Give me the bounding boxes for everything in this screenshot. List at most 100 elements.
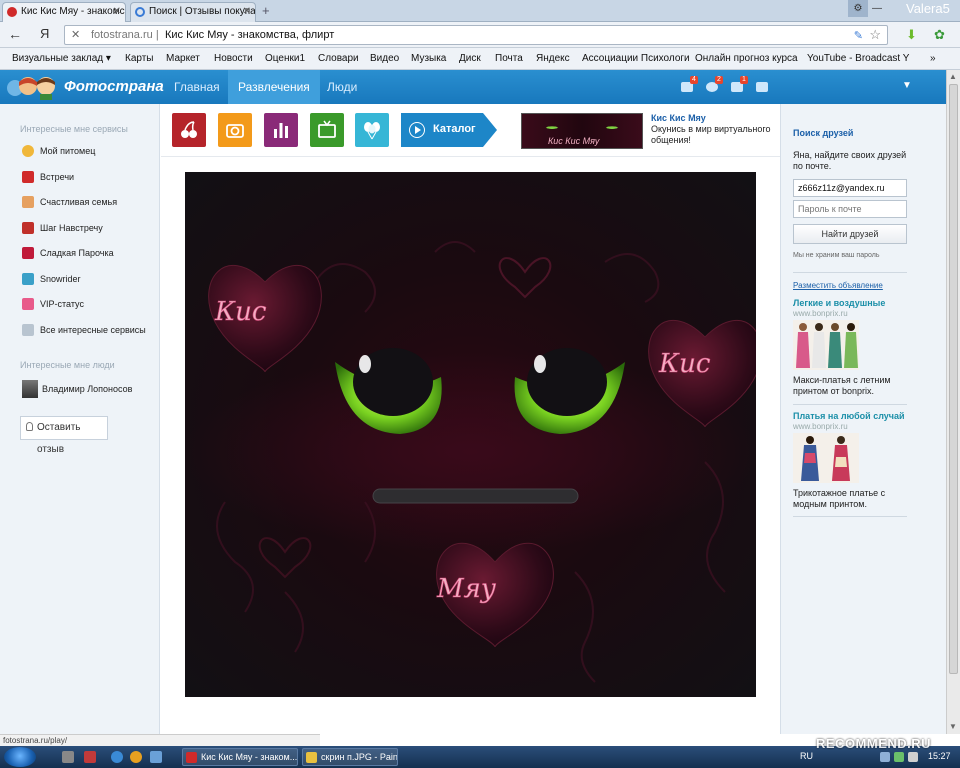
leave-feedback-button[interactable]: Оставить отзыв [20, 416, 108, 455]
address-bar[interactable]: ✕ fotostrana.ru | Кис Кис Мяу - знакомст… [64, 25, 888, 45]
bookmark-item[interactable]: YouTube - Broadcast Y [807, 53, 909, 64]
service-step-forward[interactable]: Шаг Навстречу [22, 221, 103, 235]
tab-search[interactable]: Поиск | Отзывы покупа ✕ [130, 2, 256, 22]
tab-close-icon[interactable]: ✕ [243, 3, 251, 21]
service-meetings[interactable]: Встречи [22, 170, 74, 184]
bookmark-item[interactable]: Онлайн прогноз курса [695, 53, 798, 64]
quicklaunch-icon[interactable] [150, 751, 162, 763]
service-all[interactable]: Все интересные сервисы [22, 323, 146, 337]
nav-main[interactable]: Главная [164, 70, 230, 104]
bookmark-item[interactable]: Диск [459, 53, 481, 64]
nav-people[interactable]: Люди [317, 70, 367, 104]
heart-balloon-bottom: Мяу [436, 542, 554, 648]
minimize-button[interactable]: — [870, 0, 884, 17]
scroll-up-icon[interactable]: ▲ [949, 72, 957, 81]
main-content: Каталог Кис Кис Мяу Кис Кис Мяу Окунись … [161, 104, 780, 734]
quicklaunch-icon[interactable] [130, 751, 142, 763]
ad-url[interactable]: www.bonprix.ru [793, 309, 848, 318]
page-scrollbar[interactable]: ▲ ▼ [946, 70, 960, 734]
pet-icon [22, 145, 34, 157]
service-snowrider[interactable]: Snowrider [22, 272, 81, 286]
divider [161, 156, 780, 157]
bookmark-item[interactable]: Ассоциации Психологи [582, 53, 690, 64]
quicklaunch-icon[interactable] [84, 751, 96, 763]
scroll-down-icon[interactable]: ▼ [949, 722, 957, 731]
bookmark-item[interactable]: Карты [125, 53, 154, 64]
taskbar-paint-task[interactable]: скрин п.JPG - Paint [302, 748, 398, 766]
taskbar-browser-task[interactable]: Кис Кис Мяу - знаком... [182, 748, 298, 766]
quicklaunch-icon[interactable] [62, 751, 74, 763]
notification-badge: 1 [740, 76, 748, 84]
bookmark-item[interactable]: Видео [370, 53, 399, 64]
game-balloons-button[interactable] [355, 113, 389, 147]
bookmark-item[interactable]: Яндекс [536, 53, 570, 64]
pin-icon[interactable]: ✎ [854, 29, 863, 42]
extension-icon[interactable]: ✿ [934, 27, 945, 43]
find-friends-button[interactable]: Найти друзей [793, 224, 907, 244]
service-vip[interactable]: VIP-статус [22, 297, 84, 311]
bookmark-item[interactable]: Словари [318, 53, 359, 64]
password-note: Мы не храним ваш пароль [793, 252, 880, 259]
divider [793, 272, 907, 273]
back-button[interactable]: ← [8, 26, 22, 42]
game-tv-button[interactable] [310, 113, 344, 147]
nav-entertainment[interactable]: Развлечения [228, 70, 320, 104]
person-name: Владимир Лопоносов [42, 384, 133, 394]
bookmark-item[interactable]: Визуальные заклад ▾ [12, 53, 111, 64]
heart-outline [498, 257, 552, 299]
camera-icon [226, 124, 244, 138]
ad-image-dress[interactable] [793, 433, 859, 483]
game-canvas[interactable]: Кис Кис Мяу [185, 172, 756, 697]
bookmark-star-icon[interactable]: ☆ [869, 27, 881, 43]
clear-address-icon[interactable]: ✕ [71, 28, 80, 41]
fotostrana-logo[interactable]: Фотострана [6, 74, 164, 100]
catalog-button[interactable]: Каталог [401, 113, 497, 147]
tray-icon[interactable] [880, 752, 890, 762]
taskbar-clock[interactable]: 15:27 [928, 751, 951, 761]
service-label: Шаг Навстречу [40, 223, 103, 233]
start-button[interactable] [4, 747, 36, 767]
game-cherry-button[interactable] [172, 113, 206, 147]
settings-icon[interactable]: ⚙ [848, 0, 868, 17]
ad-url[interactable]: www.bonprix.ru [793, 422, 848, 431]
yandex-logo[interactable]: Я [40, 26, 49, 41]
bookmark-item[interactable]: Музыка [411, 53, 446, 64]
download-icon[interactable]: ⬇ [906, 27, 917, 43]
bookmark-item[interactable]: Почта [495, 53, 523, 64]
bookmark-item[interactable]: Маркет [166, 53, 200, 64]
browser-user-name[interactable]: Valera5 [906, 1, 950, 16]
header-menu-arrow-icon[interactable]: ▼ [902, 80, 912, 91]
bookmark-item[interactable]: Новости [214, 53, 253, 64]
game-chart-button[interactable] [264, 113, 298, 147]
promo-game-thumbnail[interactable]: Кис Кис Мяу [521, 113, 643, 149]
service-happy-family[interactable]: Счастливая семья [22, 195, 117, 209]
game-photo-button[interactable] [218, 113, 252, 147]
bookmark-item[interactable]: Оценки1 [265, 53, 305, 64]
service-my-pet[interactable]: Мой питомец [22, 144, 95, 158]
avatar[interactable] [22, 380, 38, 398]
quicklaunch-icon[interactable] [111, 751, 123, 763]
tray-icon[interactable] [908, 752, 918, 762]
bookmarks-overflow-button[interactable]: » [930, 53, 936, 64]
friend-search-description: Яна, найдите своих друзей по почте. [793, 150, 907, 171]
scroll-thumb[interactable] [949, 84, 958, 674]
tab-active[interactable]: Кис Кис Мяу - знакомс ✕ [2, 2, 126, 22]
new-tab-button[interactable]: + [262, 3, 270, 18]
task-label: скрин п.JPG - Paint [321, 752, 398, 762]
promo-title[interactable]: Кис Кис Мяу [651, 113, 706, 123]
mail-icon[interactable] [756, 82, 768, 92]
ad-title[interactable]: Платья на любой случай [793, 411, 905, 421]
email-field[interactable] [793, 179, 907, 197]
language-indicator[interactable]: RU [800, 751, 813, 761]
ad-title[interactable]: Легкие и воздушные [793, 298, 885, 308]
vip-icon [22, 298, 34, 310]
password-field[interactable] [793, 200, 907, 218]
place-ad-link[interactable]: Разместить объявление [793, 281, 883, 290]
service-sweet-couple[interactable]: Сладкая Парочка [22, 246, 114, 260]
bookmarks-bar: Визуальные заклад ▾ Карты Маркет Новости… [0, 48, 960, 70]
tray-icon[interactable] [894, 752, 904, 762]
ad-image-dresses[interactable] [793, 320, 859, 370]
tab-close-icon[interactable]: ✕ [113, 3, 121, 21]
person-item[interactable]: Владимир Лопоносов [22, 380, 132, 398]
cat-face-artwork: Кис Кис Мяу [185, 241, 756, 683]
